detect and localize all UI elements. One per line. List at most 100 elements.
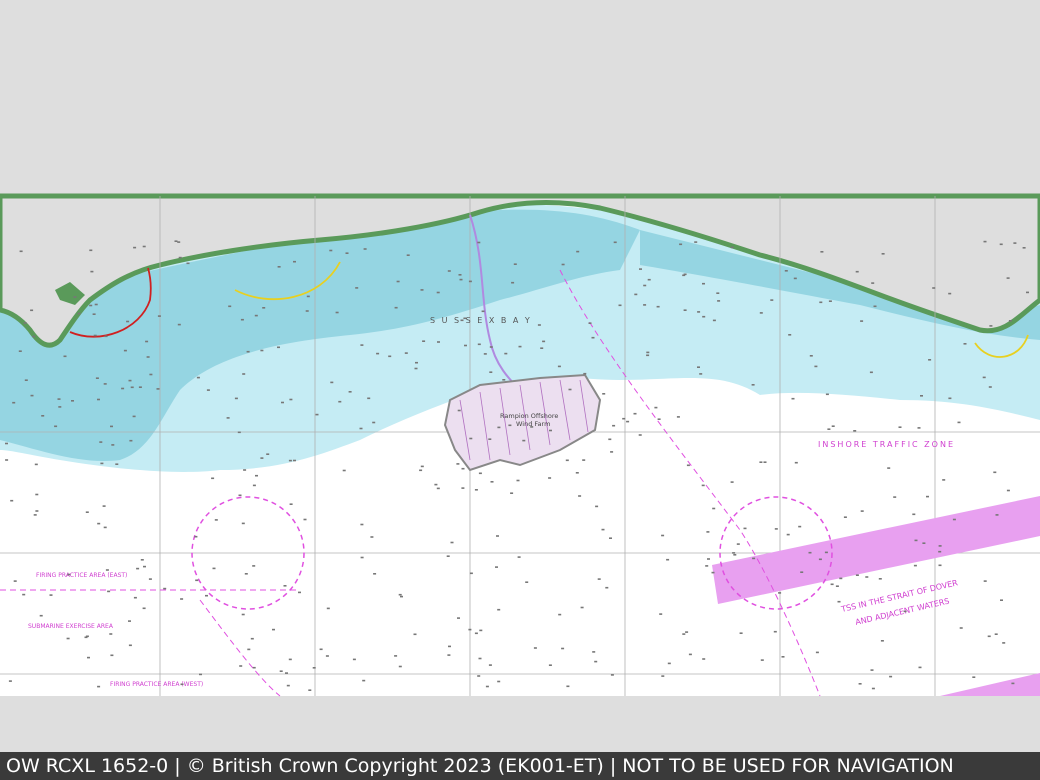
sounding-mark <box>32 335 36 338</box>
sounding-mark <box>363 248 367 250</box>
sounding-mark <box>831 425 835 427</box>
sounding-mark <box>736 543 740 545</box>
sounding-mark <box>957 421 961 424</box>
sounding-mark <box>733 554 737 556</box>
sounding-mark <box>711 571 715 574</box>
sounding-mark <box>194 535 198 538</box>
sounding-mark <box>582 459 586 461</box>
sounding-mark <box>89 249 93 252</box>
sounding-mark <box>666 558 670 561</box>
sounding-mark <box>706 531 710 533</box>
sounding-mark <box>601 528 605 531</box>
sounding-mark <box>667 662 671 665</box>
nautical-chart[interactable]: S U S S E X B A Y Rampion Offshore Wind … <box>0 0 1040 752</box>
sounding-mark <box>881 253 885 255</box>
sounding-mark <box>469 572 473 575</box>
sounding-mark <box>415 361 418 364</box>
sounding-mark <box>643 304 647 306</box>
sounding-mark <box>490 481 494 483</box>
sounding-mark <box>352 658 356 661</box>
sounding-mark <box>303 518 307 521</box>
sounding-mark <box>293 459 296 462</box>
sounding-mark <box>111 444 115 446</box>
sounding-mark <box>808 551 812 554</box>
sounding-mark <box>602 393 606 395</box>
sounding-mark <box>869 371 873 374</box>
sounding-mark <box>926 495 929 498</box>
sounding-mark <box>497 680 501 683</box>
sounding-mark <box>595 505 599 508</box>
sounding-mark <box>752 557 756 560</box>
sounding-mark <box>605 586 609 589</box>
sounding-mark <box>450 541 454 544</box>
sounding-mark <box>485 685 489 688</box>
sounding-mark <box>319 648 323 651</box>
sounding-mark <box>576 250 580 253</box>
sounding-mark <box>177 241 181 243</box>
sounding-mark <box>717 300 721 302</box>
sounding-mark <box>414 367 418 370</box>
sounding-mark <box>293 260 296 263</box>
sounding-mark <box>800 571 804 573</box>
sounding-mark <box>30 394 34 397</box>
sounding-mark <box>781 656 785 658</box>
sounding-mark <box>250 637 254 640</box>
sounding-mark <box>226 417 230 419</box>
sounding-mark <box>993 471 997 474</box>
sounding-mark <box>995 514 999 516</box>
sounding-mark <box>142 245 146 248</box>
sounding-mark <box>359 427 363 430</box>
sounding-mark <box>988 386 992 388</box>
sounding-mark <box>784 270 788 272</box>
sounding-mark <box>496 535 499 537</box>
sounding-mark <box>107 590 111 593</box>
sounding-mark <box>97 522 101 525</box>
sounding-mark <box>773 630 777 633</box>
sounding-mark <box>103 526 107 529</box>
sounding-mark <box>157 315 161 317</box>
sounding-mark <box>661 675 665 677</box>
sounding-mark <box>707 558 710 560</box>
sounding-mark <box>697 366 700 368</box>
sounding-mark <box>102 505 106 507</box>
sounding-mark <box>66 637 70 640</box>
sounding-mark <box>129 439 133 442</box>
sounding-mark <box>237 431 241 434</box>
sounding-mark <box>286 684 290 687</box>
chart-viewport[interactable]: S U S S E X B A Y Rampion Offshore Wind … <box>0 0 1040 752</box>
sounding-mark <box>143 565 146 568</box>
sounding-mark <box>887 467 891 469</box>
sounding-mark <box>786 533 790 536</box>
sounding-mark <box>1008 320 1012 322</box>
sounding-mark <box>508 424 512 427</box>
sounding-mark <box>362 679 366 682</box>
sounding-mark <box>561 263 565 266</box>
sounding-mark <box>285 672 288 674</box>
sounding-mark <box>329 249 333 252</box>
sounding-mark <box>463 317 467 320</box>
sounding-mark <box>489 346 493 348</box>
sounding-mark <box>683 309 687 311</box>
sounding-mark <box>97 685 101 688</box>
sounding-mark <box>743 527 747 530</box>
sounding-mark <box>289 503 293 505</box>
sounding-mark <box>647 278 651 281</box>
sounding-mark <box>914 539 918 542</box>
sounding-mark <box>983 240 987 243</box>
sounding-mark <box>609 537 612 539</box>
sounding-mark <box>241 522 245 525</box>
sounding-mark <box>457 409 461 412</box>
sounding-mark <box>104 335 108 338</box>
sounding-mark <box>549 429 552 432</box>
sounding-mark <box>457 617 460 619</box>
sounding-mark <box>656 305 660 308</box>
sounding-mark <box>712 319 716 322</box>
sounding-mark <box>830 583 834 586</box>
sounding-mark <box>355 287 359 289</box>
sounding-mark <box>502 379 506 381</box>
sounding-mark <box>325 655 329 657</box>
sounding-mark <box>948 292 952 295</box>
sounding-mark <box>420 289 424 291</box>
sounding-mark <box>702 282 705 285</box>
sounding-mark <box>1000 599 1003 601</box>
